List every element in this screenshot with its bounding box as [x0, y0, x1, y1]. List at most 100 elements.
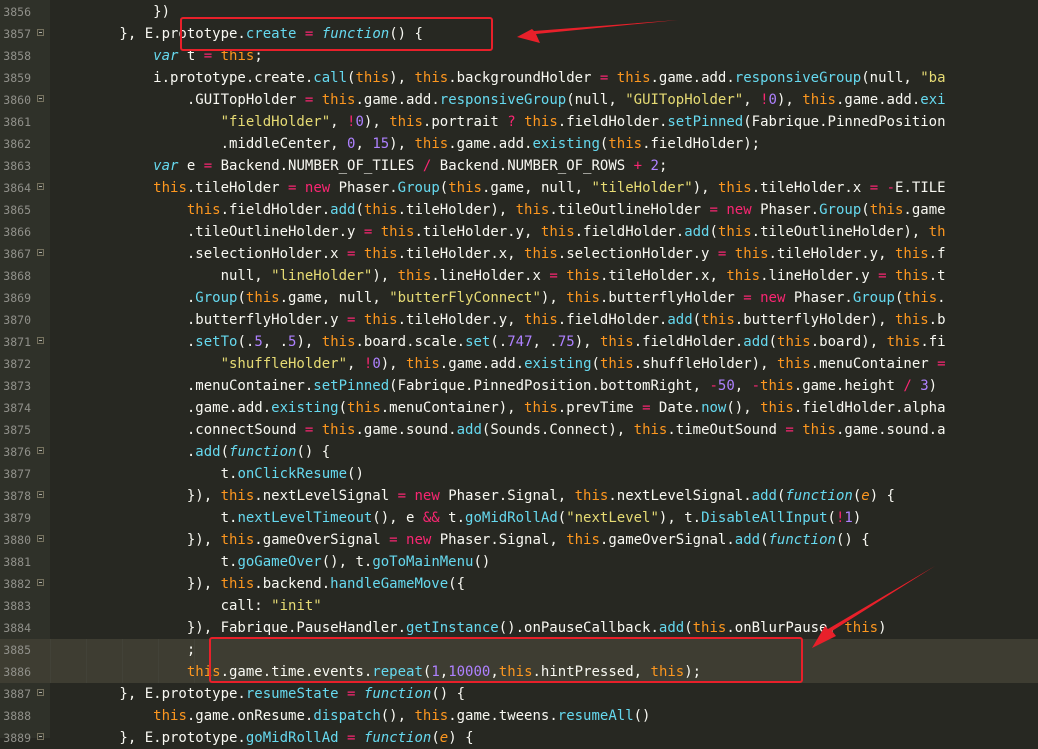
code-line[interactable]: 3872 "shuffleHolder", !0), this.game.add… — [0, 353, 1038, 375]
code-line[interactable]: 3882 }), this.backend.handleGameMove({ — [0, 573, 1038, 595]
code-token: e — [178, 158, 204, 174]
code-line[interactable]: 3873 .menuContainer.setPinned(Fabrique.P… — [0, 375, 1038, 397]
code-token: ( — [768, 334, 778, 350]
code-line[interactable]: 3880 }), this.gameOverSignal = new Phase… — [0, 529, 1038, 551]
code-text[interactable]: this.tileHolder = new Phaser.Group(this.… — [52, 177, 945, 199]
code-token: this — [153, 180, 187, 196]
code-text[interactable]: t.goGameOver(), t.goToMainMenu() — [52, 551, 491, 573]
code-text[interactable]: .add(function() { — [52, 441, 330, 463]
code-text[interactable]: this.game.time.events.repeat(1,10000,thi… — [52, 661, 701, 683]
code-line[interactable]: 3865 this.fieldHolder.add(this.tileHolde… — [0, 199, 1038, 221]
code-line[interactable]: 3877 t.onClickResume() — [0, 463, 1038, 485]
code-token: 10000 — [448, 664, 491, 680]
code-text[interactable]: "fieldHolder", !0), this.portrait ? this… — [52, 111, 946, 133]
code-line[interactable]: 3858 var t = this; — [0, 45, 1038, 67]
code-line[interactable]: 3885 ; — [0, 639, 1038, 661]
fold-toggle-icon[interactable] — [37, 491, 44, 498]
code-line[interactable]: 3878 }), this.nextLevelSignal = new Phas… — [0, 485, 1038, 507]
line-number: 3856 — [3, 5, 31, 19]
code-line[interactable]: 3862 .middleCenter, 0, 15), this.game.ad… — [0, 133, 1038, 155]
code-token: Group — [852, 290, 895, 306]
code-text[interactable]: }, E.prototype.resumeState = function() … — [52, 683, 465, 705]
code-token: this — [414, 70, 449, 86]
code-text[interactable]: "shuffleHolder", !0), this.game.add.exis… — [52, 353, 946, 375]
fold-toggle-icon[interactable] — [37, 447, 44, 454]
code-text[interactable]: .setTo(.5, .5), this.board.scale.set(.74… — [52, 331, 946, 353]
fold-toggle-icon[interactable] — [37, 733, 44, 740]
code-line[interactable]: 3883 call: "init" — [0, 595, 1038, 617]
code-text[interactable]: }, E.prototype.create = function() { — [52, 23, 423, 45]
code-line[interactable]: 3870 .butterflyHolder.y = this.tileHolde… — [0, 309, 1038, 331]
code-text[interactable]: }), this.gameOverSignal = new Phaser.Sig… — [52, 529, 870, 551]
code-token: = — [397, 488, 407, 504]
code-token: this — [776, 356, 811, 372]
code-text[interactable]: .menuContainer.setPinned(Fabrique.Pinned… — [52, 375, 937, 397]
code-token: this — [220, 48, 255, 64]
code-line[interactable]: 3884 }), Fabrique.PauseHandler.getInstan… — [0, 617, 1038, 639]
code-text[interactable]: .tileOutlineHolder.y = this.tileHolder.y… — [52, 221, 946, 243]
code-line[interactable]: 3857 }, E.prototype.create = function() … — [0, 23, 1038, 45]
code-line[interactable]: 3871 .setTo(.5, .5), this.board.scale.se… — [0, 331, 1038, 353]
code-token: new — [414, 488, 440, 504]
code-line[interactable]: 3861 "fieldHolder", !0), this.portrait ?… — [0, 111, 1038, 133]
code-token: .f — [928, 246, 946, 262]
code-line[interactable]: 3889 }, E.prototype.goMidRollAd = functi… — [0, 727, 1038, 749]
code-line[interactable]: 3869 .Group(this.game, null, "butterFlyC… — [0, 287, 1038, 309]
code-line[interactable]: 3866 .tileOutlineHolder.y = this.tileHol… — [0, 221, 1038, 243]
fold-toggle-icon[interactable] — [37, 249, 44, 256]
code-text[interactable]: }), this.backend.handleGameMove({ — [52, 573, 465, 595]
code-text[interactable]: i.prototype.create.call(this), this.back… — [52, 67, 945, 89]
fold-toggle-icon[interactable] — [37, 29, 44, 36]
code-text[interactable]: .Group(this.game, null, "butterFlyConnec… — [52, 287, 946, 309]
code-text[interactable]: this.fieldHolder.add(this.tileHolder), t… — [52, 199, 946, 221]
code-line[interactable]: 3875 .connectSound = this.game.sound.add… — [0, 419, 1038, 441]
code-line[interactable]: 3888 this.game.onResume.dispatch(), this… — [0, 705, 1038, 727]
code-text[interactable]: .butterflyHolder.y = this.tileHolder.y, … — [52, 309, 946, 331]
code-token: Backend.NUMBER_OF_ROWS — [431, 158, 634, 174]
code-text[interactable]: var e = Backend.NUMBER_OF_TILES / Backen… — [52, 155, 667, 177]
code-token: this — [903, 290, 938, 306]
code-text[interactable]: }), Fabrique.PauseHandler.getInstance().… — [52, 617, 887, 639]
code-line[interactable]: 3887 }, E.prototype.resumeState = functi… — [0, 683, 1038, 705]
fold-toggle-icon[interactable] — [37, 535, 44, 542]
code-line[interactable]: 3864 this.tileHolder = new Phaser.Group(… — [0, 177, 1038, 199]
code-line[interactable]: 3874 .game.add.existing(this.menuContain… — [0, 397, 1038, 419]
code-editor[interactable]: 3856 }) 3857 }, E.prototype.create = func… — [0, 0, 1038, 746]
fold-toggle-icon[interactable] — [37, 689, 44, 696]
code-token: = — [785, 422, 794, 438]
code-text[interactable]: .selectionHolder.x = this.tileHolder.x, … — [52, 243, 946, 265]
code-text[interactable]: var t = this; — [52, 45, 263, 67]
code-line[interactable]: 3879 t.nextLevelTimeout(), e && t.goMidR… — [0, 507, 1038, 529]
code-text[interactable]: t.onClickResume() — [52, 463, 364, 485]
code-text[interactable]: .connectSound = this.game.sound.add(Soun… — [52, 419, 946, 441]
code-text[interactable]: .GUITopHolder = this.game.add.responsive… — [52, 89, 946, 111]
code-token: .game.height — [793, 378, 904, 394]
code-text[interactable]: }), this.nextLevelSignal = new Phaser.Si… — [52, 485, 895, 507]
fold-toggle-icon[interactable] — [37, 579, 44, 586]
code-line[interactable]: 3886 this.game.time.events.repeat(1,1000… — [0, 661, 1038, 683]
code-token: .tileHolder.y, — [397, 312, 525, 328]
code-line[interactable]: 3876 .add(function() { — [0, 441, 1038, 463]
code-line[interactable]: 3868 null, "lineHolder"), this.lineHolde… — [0, 265, 1038, 287]
fold-toggle-icon[interactable] — [37, 95, 44, 102]
fold-toggle-icon[interactable] — [37, 183, 44, 190]
code-text[interactable]: .middleCenter, 0, 15), this.game.add.exi… — [52, 133, 761, 155]
code-text[interactable]: ; — [52, 639, 195, 661]
code-token: new — [726, 202, 752, 218]
code-text[interactable]: }, E.prototype.goMidRollAd = function(e)… — [52, 727, 473, 749]
code-line[interactable]: 3856 }) — [0, 1, 1038, 23]
code-line[interactable]: 3881 t.goGameOver(), t.goToMainMenu() — [0, 551, 1038, 573]
fold-toggle-icon[interactable] — [37, 337, 44, 344]
code-text[interactable]: t.nextLevelTimeout(), e && t.goMidRollAd… — [52, 507, 862, 529]
code-text[interactable]: null, "lineHolder"), this.lineHolder.x =… — [52, 265, 946, 287]
code-line[interactable]: 3859 i.prototype.create.call(this), this… — [0, 67, 1038, 89]
code-token: }), Fabrique.PauseHandler. — [52, 620, 407, 636]
code-text[interactable]: .game.add.existing(this.menuContainer), … — [52, 397, 946, 419]
code-line[interactable]: 3867 .selectionHolder.x = this.tileHolde… — [0, 243, 1038, 265]
code-text[interactable]: call: "init" — [52, 595, 322, 617]
code-line[interactable]: 3863 var e = Backend.NUMBER_OF_TILES / B… — [0, 155, 1038, 177]
code-line[interactable]: 3860 .GUITopHolder = this.game.add.respo… — [0, 89, 1038, 111]
code-text[interactable]: this.game.onResume.dispatch(), this.game… — [52, 705, 650, 727]
code-text[interactable]: }) — [52, 1, 170, 23]
